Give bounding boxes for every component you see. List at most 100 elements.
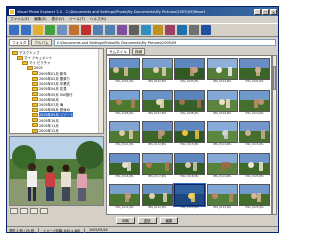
path-field[interactable]: C:\Documents and Settings\Photo\My Docum…	[53, 39, 276, 46]
back-icon[interactable]	[9, 25, 19, 35]
menu-file[interactable]: ファイル(F)	[10, 17, 29, 22]
thumbnail[interactable]: IMG_0110.JPG	[239, 89, 270, 116]
thumbnail-caption: IMG_0101.JPG	[115, 80, 134, 83]
tree-item-label: 2005	[34, 66, 43, 71]
delete-icon[interactable]	[81, 25, 91, 35]
up-folder-icon[interactable]	[33, 25, 43, 35]
thumbnail[interactable]: IMG_0113.JPG	[174, 121, 205, 147]
thumbnail[interactable]: IMG_0122.JPG	[141, 184, 173, 210]
thumbnail[interactable]: IMG_0114.JPG	[206, 121, 238, 147]
thumbnail-caption: IMG_0104.JPG	[212, 80, 232, 83]
thumbnail[interactable]: IMG_0116.JPG	[109, 152, 140, 179]
maximize-button[interactable]: □	[262, 8, 269, 15]
fit-button[interactable]	[30, 208, 38, 214]
thumbnail[interactable]: IMG_0115.JPG	[239, 121, 270, 147]
thumbnail-caption: IMG_0114.JPG	[212, 143, 232, 146]
email-icon[interactable]	[141, 25, 151, 35]
tab-details[interactable]: 詳細	[131, 48, 146, 55]
thumbnail[interactable]: IMG_0125.JPG	[239, 184, 270, 210]
thumbnail-grid[interactable]: IMG_0101.JPG IMG_0102.JPG IMG_0103.JPG IMG_…	[106, 55, 272, 215]
scrollbar-thumb[interactable]	[273, 66, 276, 90]
thumbnail-image	[141, 184, 173, 206]
photo-preview[interactable]	[9, 136, 104, 206]
copy-icon[interactable]	[57, 25, 67, 35]
tree-item[interactable]: 2005年12月	[32, 128, 59, 133]
rotate-right-icon[interactable]	[105, 25, 115, 35]
thumbnail[interactable]: IMG_0118.JPG	[174, 152, 205, 179]
thumbnail-caption: IMG_0107.JPG	[147, 111, 167, 115]
thumbnail[interactable]: IMG_0123.JPG	[173, 183, 206, 210]
minimize-button[interactable]: _	[254, 8, 261, 15]
thumbnail[interactable]: IMG_0111.JPG	[109, 121, 140, 147]
thumbnail-image	[206, 89, 238, 112]
thumbnail-caption: IMG_0122.JPG	[147, 206, 167, 209]
thumbnail[interactable]: IMG_0101.JPG	[109, 58, 140, 84]
thumbnail[interactable]: IMG_0121.JPG	[109, 184, 140, 210]
menu-help[interactable]: ヘルプ(H)	[90, 17, 106, 22]
thumbnail-image	[141, 152, 173, 175]
thumbnail[interactable]: IMG_0108.JPG	[174, 89, 205, 116]
folder-icon	[32, 128, 38, 133]
thumbnail[interactable]: IMG_0102.JPG	[141, 58, 173, 84]
thumbnail-caption: IMG_0102.JPG	[147, 80, 167, 83]
thumbnail[interactable]: IMG_0119.JPG	[206, 152, 238, 179]
preview-toolbar	[9, 207, 104, 215]
fullscreen-button[interactable]	[40, 208, 48, 214]
folder-icon	[12, 50, 18, 55]
thumbnail[interactable]: IMG_0104.JPG	[206, 58, 238, 84]
print-button[interactable]: 印刷	[116, 217, 135, 224]
album-icon[interactable]	[165, 25, 175, 35]
action-bar: 印刷 送信 編集	[106, 216, 277, 225]
close-button[interactable]: ×	[270, 8, 277, 15]
folder-tree[interactable]: デスクトップ マイ ドキュメント マイ ピクチャ 2005 2005年01月 新年 200…	[9, 48, 104, 134]
forward-icon[interactable]	[21, 25, 31, 35]
thumbnail-image	[239, 121, 270, 143]
title-bar[interactable]: Visual Photo Explorer 2.0 - C:\Documents…	[7, 7, 278, 16]
thumbnail-caption: IMG_0115.JPG	[245, 143, 264, 146]
thumbnail-caption: IMG_0110.JPG	[245, 111, 264, 115]
thumbnail-caption: IMG_0103.JPG	[180, 80, 199, 83]
tab-folders[interactable]: フォルダ	[9, 39, 30, 46]
preview-image	[10, 137, 103, 205]
thumbnail[interactable]: IMG_0105.JPG	[239, 58, 270, 84]
refresh-icon[interactable]	[45, 25, 55, 35]
thumbnail-caption: IMG_0117.JPG	[147, 174, 167, 178]
thumbnail[interactable]: IMG_0124.JPG	[206, 184, 238, 210]
thumbnail-caption: IMG_0123.JPG	[180, 206, 199, 209]
thumbnail-caption: IMG_0121.JPG	[115, 206, 134, 209]
send-button[interactable]: 送信	[137, 217, 157, 224]
menu-edit[interactable]: 編集(E)	[34, 17, 46, 22]
print-icon[interactable]	[129, 25, 139, 35]
tree-scrollbar[interactable]	[98, 49, 103, 133]
thumbnail[interactable]: IMG_0106.JPG	[109, 89, 140, 116]
thumbnail-image	[109, 152, 140, 175]
folder-icon	[32, 112, 38, 117]
tab-thumbnails[interactable]: サムネイル	[106, 48, 130, 55]
folder-icon	[32, 71, 38, 76]
thumbnail-image	[206, 58, 238, 80]
thumbnail-image	[109, 58, 140, 80]
tab-albums[interactable]: アルバム	[31, 39, 52, 46]
thumbnail-image	[239, 152, 270, 175]
thumbnail[interactable]: IMG_0109.JPG	[206, 89, 238, 116]
zoom-in-button[interactable]	[10, 208, 18, 214]
menu-tools[interactable]: ツール(T)	[69, 17, 85, 22]
slideshow-icon[interactable]	[117, 25, 127, 35]
thumbnail-image	[141, 121, 173, 143]
thumbnail[interactable]: IMG_0117.JPG	[141, 152, 173, 179]
edit-button[interactable]: 編集	[159, 217, 179, 224]
rotate-left-icon[interactable]	[93, 25, 103, 35]
move-icon[interactable]	[69, 25, 79, 35]
thumbnail[interactable]: IMG_0120.JPG	[239, 152, 270, 179]
edit-icon[interactable]	[153, 25, 163, 35]
zoom-out-button[interactable]	[20, 208, 28, 214]
thumbnail[interactable]: IMG_0107.JPG	[141, 89, 173, 116]
thumbnail-scrollbar[interactable]	[272, 55, 277, 215]
help-icon[interactable]	[201, 25, 211, 35]
menu-view[interactable]: 表示(V)	[52, 17, 64, 22]
settings-icon[interactable]	[189, 25, 199, 35]
thumbnail[interactable]: IMG_0103.JPG	[174, 58, 205, 84]
web-icon[interactable]	[177, 25, 187, 35]
folder-icon	[17, 55, 23, 60]
thumbnail[interactable]: IMG_0112.JPG	[141, 121, 173, 147]
